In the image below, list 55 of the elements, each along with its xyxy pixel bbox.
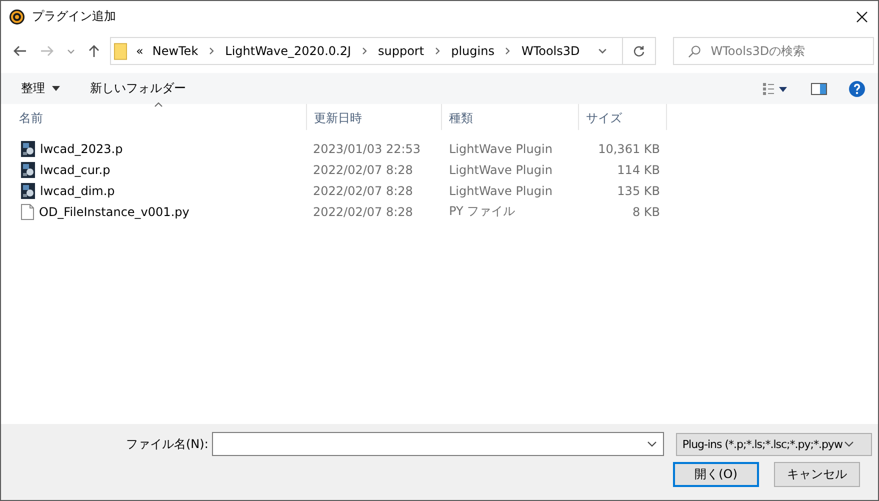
address-bar[interactable]: « NewTek LightWave_2020.0.2J support plugins WTools3D bbox=[110, 37, 656, 65]
chevron-right-icon[interactable] bbox=[209, 47, 214, 55]
file-name[interactable]: lwcad_cur.p bbox=[40, 162, 110, 176]
app-logo-icon bbox=[9, 8, 25, 24]
document-icon bbox=[21, 204, 34, 220]
up-arrow-icon[interactable] bbox=[88, 44, 100, 58]
file-size: 114 KB bbox=[617, 162, 660, 176]
modified-date: 2022/02/07 8:28 bbox=[313, 184, 413, 198]
file-type: LightWave Plugin bbox=[449, 162, 552, 176]
folder-icon bbox=[114, 42, 127, 60]
column-header[interactable]: サイズ bbox=[579, 104, 667, 130]
search-field[interactable]: WTools3Dの検索 bbox=[672, 37, 874, 65]
breadcrumb-item[interactable]: plugins bbox=[451, 44, 494, 58]
file-size: 135 KB bbox=[617, 184, 660, 198]
cancel-button[interactable]: キャンセル bbox=[774, 462, 860, 487]
column-header[interactable]: 名前 bbox=[1, 104, 307, 130]
chevron-right-icon[interactable] bbox=[505, 47, 510, 55]
file-name[interactable]: lwcad_dim.p bbox=[40, 184, 115, 198]
file-name-label: ファイル名(N): bbox=[126, 436, 208, 452]
plugin-file-icon bbox=[21, 182, 35, 198]
search-icon bbox=[688, 44, 701, 58]
back-arrow-icon[interactable] bbox=[13, 45, 27, 57]
file-type: LightWave Plugin bbox=[449, 142, 552, 156]
chevron-down-icon[interactable] bbox=[598, 48, 607, 54]
file-name[interactable]: OD_FileInstance_v001.py bbox=[39, 204, 190, 218]
file-name[interactable]: lwcad_2023.p bbox=[40, 142, 123, 156]
window-title: プラグイン追加 bbox=[32, 8, 116, 25]
breadcrumb-overflow[interactable]: « bbox=[136, 44, 144, 58]
breadcrumb-item[interactable]: LightWave_2020.0.2J bbox=[225, 44, 351, 58]
chevron-down-icon[interactable] bbox=[844, 441, 854, 447]
refresh-icon[interactable] bbox=[632, 45, 645, 57]
modified-date: 2023/01/03 22:53 bbox=[313, 142, 421, 156]
file-size: 8 KB bbox=[632, 204, 660, 218]
file-type: LightWave Plugin bbox=[449, 184, 552, 198]
caret-down-icon[interactable] bbox=[52, 86, 60, 91]
plugin-file-icon bbox=[21, 140, 35, 156]
new-folder-button[interactable]: 新しいフォルダー bbox=[82, 80, 194, 97]
breadcrumb-item[interactable]: NewTek bbox=[152, 44, 198, 58]
column-header[interactable]: 種類 bbox=[442, 104, 579, 130]
chevron-right-icon[interactable] bbox=[435, 47, 440, 55]
breadcrumb-item[interactable]: support bbox=[378, 44, 424, 58]
breadcrumb-item[interactable]: WTools3D bbox=[521, 44, 580, 58]
modified-date: 2022/02/07 8:28 bbox=[313, 204, 413, 218]
chevron-right-icon[interactable] bbox=[362, 47, 367, 55]
file-type-dropdown[interactable]: Plug-ins (*.p;*.ls;*.lsc;*.py;*.pyw bbox=[676, 432, 872, 456]
modified-date: 2022/02/07 8:28 bbox=[313, 162, 413, 176]
sort-ascending-icon bbox=[154, 102, 163, 107]
close-icon[interactable] bbox=[856, 10, 868, 22]
file-type: PY ファイル bbox=[449, 203, 516, 220]
file-size: 10,361 KB bbox=[598, 142, 660, 156]
open-button[interactable]: 開く(O) bbox=[673, 462, 759, 487]
column-header[interactable]: 更新日時 bbox=[307, 104, 442, 130]
plugin-file-icon bbox=[21, 162, 35, 178]
organize-menu-button[interactable]: 整理 bbox=[13, 80, 68, 97]
chevron-down-icon[interactable] bbox=[647, 441, 658, 447]
